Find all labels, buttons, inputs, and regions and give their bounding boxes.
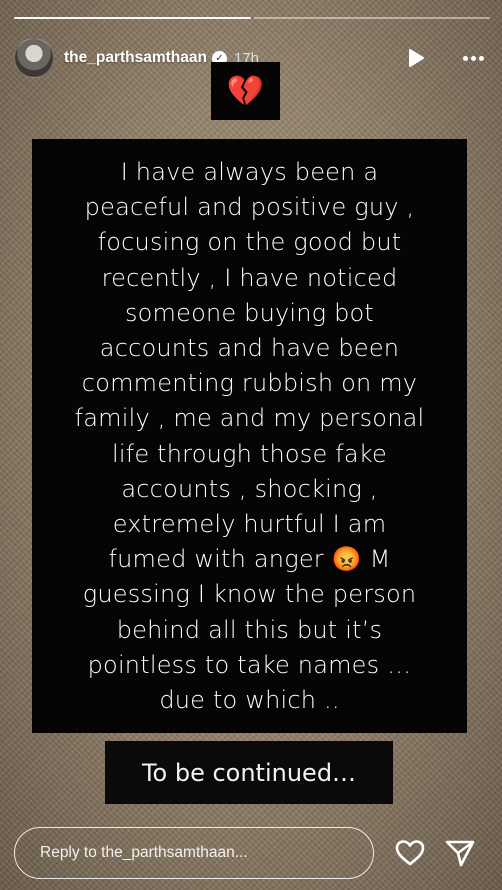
more-dot-icon	[478, 55, 484, 61]
progress-segment-complete	[14, 17, 251, 19]
play-icon	[409, 49, 424, 67]
play-button[interactable]	[404, 45, 428, 71]
more-dot-icon	[462, 55, 468, 61]
story-text: I have always been a peaceful and positi…	[74, 158, 425, 715]
story-text-block: I have always been a peaceful and positi…	[32, 139, 467, 733]
send-icon	[445, 840, 475, 867]
broken-heart-sticker: 💔	[211, 62, 280, 120]
more-options-button[interactable]	[458, 44, 488, 72]
story-progress-bar	[14, 17, 490, 19]
progress-segment-pending	[253, 17, 490, 19]
share-button[interactable]	[444, 837, 476, 869]
continued-label: To be continued…	[105, 741, 393, 804]
like-button[interactable]	[394, 837, 426, 869]
reply-input[interactable]: Reply to the_parthsamthaan...	[14, 827, 374, 879]
more-dot-icon	[470, 55, 476, 61]
heart-outline-icon	[395, 840, 425, 866]
avatar[interactable]	[14, 38, 54, 78]
story-footer: Reply to the_parthsamthaan...	[14, 826, 490, 880]
username[interactable]: the_parthsamthaan	[64, 49, 207, 67]
